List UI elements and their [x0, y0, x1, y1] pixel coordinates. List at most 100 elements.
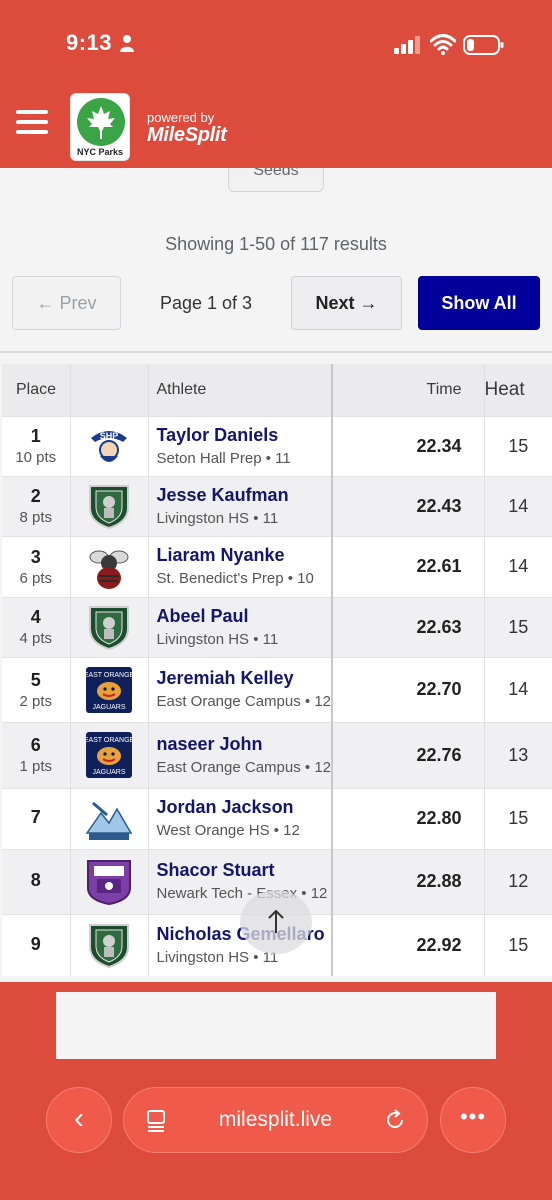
seton-hall-pirate-logo[interactable]: SHP	[85, 422, 133, 470]
svg-text:JAGUARS: JAGUARS	[92, 704, 125, 711]
time-value: 22.92	[416, 934, 462, 955]
west-orange-mountaineers-logo[interactable]	[85, 794, 133, 843]
page-indicator: Page 1 of 3	[159, 292, 253, 313]
next-page-button[interactable]: Next →	[291, 276, 402, 330]
athlete-team: West Orange HS • 12	[156, 822, 300, 839]
prev-page-button[interactable]: ← Prev	[12, 276, 121, 330]
heat-value: 14	[508, 556, 529, 576]
nyc-parks-logo[interactable]: NYC Parks	[70, 93, 130, 161]
athlete-team: Livingston HS • 11	[156, 509, 279, 527]
time-value: 22.63	[416, 616, 462, 637]
time-value: 22.70	[416, 679, 462, 699]
place-number: 1	[30, 426, 41, 446]
top-bar: 9:13 NYC Parks powered by MileSplit	[0, 0, 552, 168]
athlete-team: East Orange Campus • 12	[156, 758, 332, 776]
place-points: 2 pts	[19, 692, 53, 710]
wifi-icon	[430, 34, 456, 55]
place-header[interactable]: Place	[2, 364, 71, 416]
reload-icon[interactable]	[383, 1108, 407, 1132]
place-number: 9	[30, 933, 41, 954]
cellular-signal-icon	[394, 36, 420, 54]
athlete-name-link[interactable]: Liaram Nyanke	[157, 545, 332, 566]
place-number: 3	[30, 546, 41, 567]
table-row[interactable]: 2 8 pts Jesse Kaufman Livingston HS • 11 2…	[2, 475, 552, 536]
svg-text:SHP: SHP	[100, 431, 119, 441]
athlete-team: Seton Hall Prep • 11	[156, 449, 291, 467]
heat-value: 12	[508, 871, 529, 891]
place-points: 8 pts	[19, 509, 53, 526]
athlete-name-link[interactable]: Abeel Paul	[157, 606, 332, 627]
svg-text:EAST ORANGE: EAST ORANGE	[85, 737, 133, 744]
athlete-team: Livingston HS • 11	[156, 948, 279, 966]
livingston-lancer-shield-logo[interactable]	[85, 921, 133, 969]
table-row[interactable]: 7 Jordan Jackson West Orange HS • 12 22.8…	[2, 787, 552, 849]
heat-value: 15	[508, 934, 529, 955]
athlete-name-link[interactable]: naseer John	[157, 734, 332, 755]
arrow-up-icon	[268, 909, 284, 933]
east-orange-jaguars-logo[interactable]: EAST ORANGE JAGUARS	[85, 731, 133, 779]
table-row[interactable]: 6 1 pts EAST ORANGE JAGUARS naseer John Eas…	[2, 721, 552, 788]
athlete-team: Newark Tech - Essex • 12	[156, 885, 328, 902]
more-options-button[interactable]: •••	[440, 1087, 506, 1153]
scroll-to-top-button[interactable]	[240, 890, 312, 954]
person-icon	[120, 35, 134, 52]
milesplit-logo[interactable]: MileSplit	[147, 124, 227, 147]
heat-header[interactable]: Heat	[484, 364, 552, 416]
athlete-team: East Orange Campus • 12	[156, 693, 332, 710]
athlete-team: Livingston HS • 11	[156, 630, 279, 648]
place-points: 4 pts	[19, 630, 53, 647]
battery-low-icon	[463, 35, 504, 55]
browser-toolbar: ‹ milesplit.live •••	[0, 982, 552, 1200]
livingston-lancer-shield-logo[interactable]	[85, 482, 133, 530]
time-value: 22.34	[416, 435, 462, 456]
table-row[interactable]: 1 10 pts SHP Taylor Daniels Seton Hall Pre…	[2, 415, 552, 476]
st-benedicts-gray-bee-logo[interactable]	[85, 543, 133, 591]
place-number: 4	[30, 607, 41, 627]
place-points: 1 pts	[19, 758, 53, 775]
ad-banner[interactable]	[56, 992, 496, 1059]
time-value: 22.88	[416, 871, 462, 891]
browser-back-button[interactable]: ‹	[46, 1087, 112, 1153]
time-value: 22.43	[416, 495, 462, 516]
time-value: 22.80	[416, 808, 462, 828]
logo-header	[70, 364, 149, 416]
athlete-team: St. Benedict's Prep • 10	[156, 570, 314, 587]
athlete-name-link[interactable]: Taylor Daniels	[157, 425, 332, 446]
time-header[interactable]: Time	[332, 364, 485, 416]
maple-leaf-icon	[87, 106, 115, 139]
svg-text:EAST ORANGE: EAST ORANGE	[85, 672, 133, 679]
results-summary: Showing 1-50 of 117 results	[165, 234, 387, 254]
place-number: 6	[30, 735, 41, 755]
athlete-name-link[interactable]: Jesse Kaufman	[157, 485, 332, 506]
table-row[interactable]: 3 6 pts Liaram Nyanke St. Benedict's Prep …	[2, 535, 552, 597]
results-table: Place Athlete Time Heat 1 10 pts SHP Tayl…	[2, 364, 552, 976]
heat-value: 14	[508, 679, 529, 699]
heat-value: 15	[508, 616, 529, 637]
athlete-name-link[interactable]: Shacor Stuart	[157, 860, 332, 881]
athlete-name-link[interactable]: Jordan Jackson	[157, 797, 332, 818]
hamburger-menu-icon[interactable]	[16, 110, 48, 136]
seeds-button[interactable]: Seeds	[228, 168, 324, 192]
powered-by-text: powered by	[147, 110, 215, 125]
essex-county-newark-tech-logo[interactable]	[85, 858, 133, 906]
place-points: 10 pts	[15, 449, 57, 466]
heat-value: 14	[508, 495, 529, 516]
athlete-header[interactable]: Athlete	[148, 364, 333, 416]
heat-value: 13	[508, 744, 529, 765]
url-text: milesplit.live	[218, 1108, 333, 1131]
east-orange-jaguars-logo[interactable]: EAST ORANGE JAGUARS	[85, 666, 133, 714]
table-row[interactable]: 4 4 pts Abeel Paul Livingston HS • 11 22.6…	[2, 596, 552, 657]
show-all-button[interactable]: Show All	[418, 276, 540, 330]
time-value: 22.76	[416, 744, 462, 765]
table-header-row: Place Athlete Time Heat	[2, 364, 552, 416]
table-row[interactable]: 5 2 pts EAST ORANGE JAGUARS Jeremiah Kelle…	[2, 656, 552, 722]
time-value: 22.61	[416, 556, 462, 576]
divider	[0, 351, 552, 353]
address-bar[interactable]: milesplit.live	[123, 1087, 428, 1153]
athlete-name-link[interactable]: Jeremiah Kelley	[157, 668, 332, 689]
heat-value: 15	[508, 808, 529, 828]
place-number: 5	[30, 669, 41, 690]
livingston-lancer-shield-logo[interactable]	[85, 603, 133, 651]
svg-text:JAGUARS: JAGUARS	[92, 769, 125, 776]
status-time: 9:13	[66, 30, 113, 55]
